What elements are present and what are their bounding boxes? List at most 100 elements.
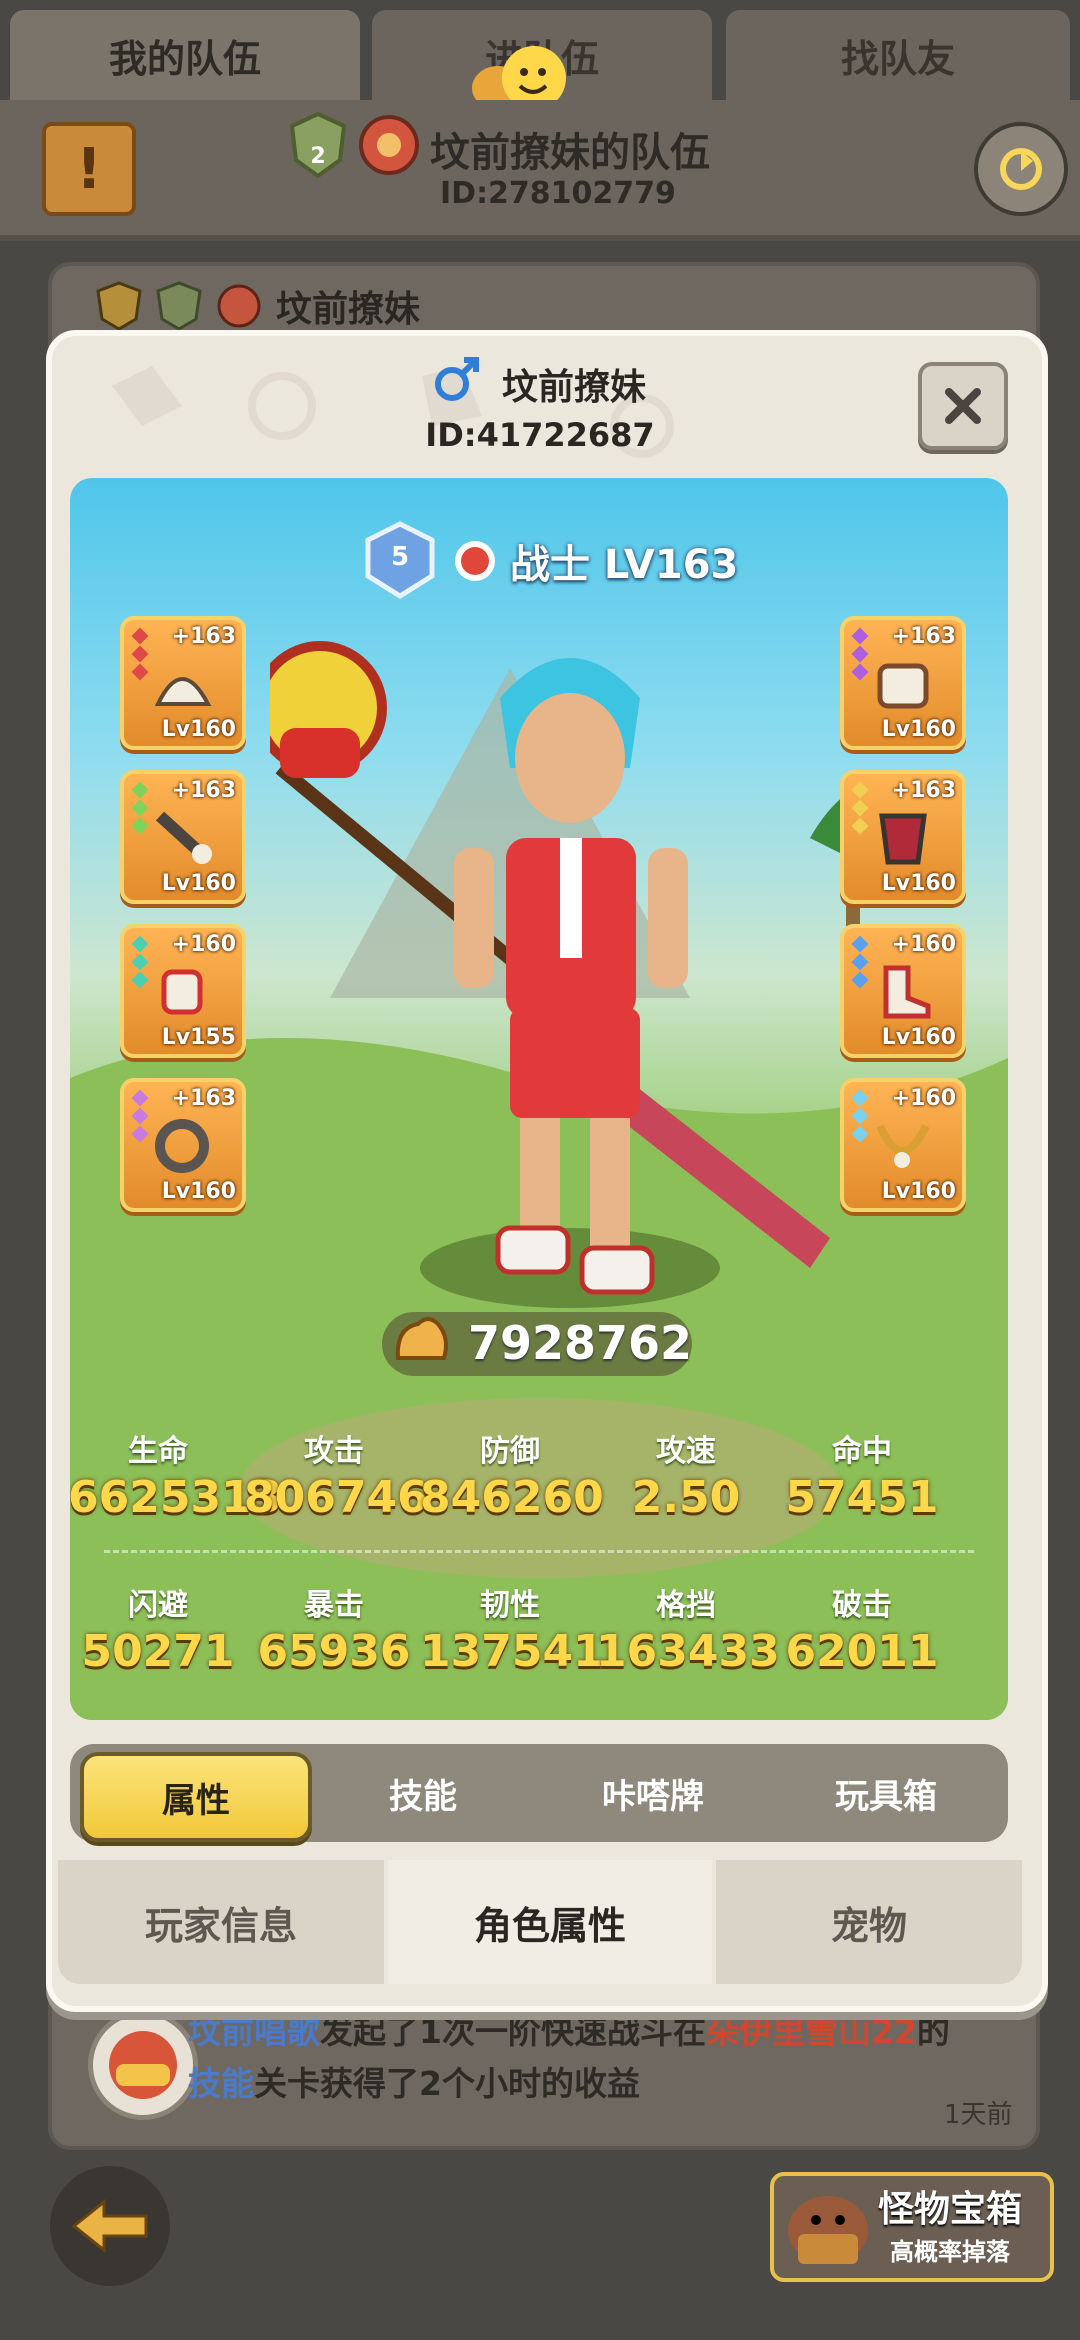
- exclamation-icon: !: [76, 136, 102, 202]
- equip-slot-right-2[interactable]: +163 Lv160: [840, 770, 966, 904]
- gem-icons: [851, 627, 869, 684]
- feed-place: 朵伊里雪山22: [705, 2012, 917, 2051]
- equip-level: Lv160: [881, 1179, 956, 1204]
- tab-find-teammates-label: 找队友: [840, 36, 955, 81]
- equip-level: Lv160: [881, 1025, 956, 1050]
- tab-pets-label: 宠物: [830, 1903, 907, 1948]
- stat-dodge: 闪避 50271: [70, 1580, 248, 1677]
- notice-button[interactable]: !: [42, 122, 136, 216]
- chest-title: 怪物宝箱: [878, 2189, 1023, 2230]
- gem-icons: [131, 935, 149, 992]
- boots-equip-icon: [883, 965, 931, 1019]
- gem-icons: [131, 627, 149, 684]
- equip-plus: +160: [891, 932, 956, 957]
- subtab-attributes[interactable]: 属性: [80, 1752, 312, 1842]
- tab-character-attributes[interactable]: 角色属性: [388, 1860, 712, 1984]
- gem-icons: [851, 1089, 869, 1146]
- stat-block: 格挡 163433: [596, 1580, 780, 1677]
- feed-text-2: 的: [916, 2012, 950, 2051]
- equip-slot-left-4[interactable]: +163 Lv160: [120, 1078, 246, 1212]
- rank-badge-number: 5: [390, 542, 410, 572]
- feed-time: 1天前: [944, 2100, 1013, 2130]
- member-emblem-icon: [217, 284, 261, 328]
- equip-plus: +163: [891, 778, 956, 803]
- tab-character-attributes-label: 角色属性: [473, 1903, 626, 1948]
- exit-team-button[interactable]: [974, 122, 1068, 216]
- feed-text-3: 关卡获得了2个小时的收益: [254, 2064, 640, 2103]
- equip-slot-left-2[interactable]: +163 Lv160: [120, 770, 246, 904]
- male-gender-icon: [435, 357, 479, 401]
- subtab-toy-box[interactable]: 玩具箱: [776, 1752, 996, 1834]
- stat-label: 攻速: [656, 1434, 716, 1469]
- stat-label: 闪避: [128, 1588, 188, 1623]
- tab-player-info[interactable]: 玩家信息: [58, 1860, 384, 1984]
- stat-defense: 防御 846260: [420, 1426, 604, 1523]
- equip-slot-right-4[interactable]: +160 Lv160: [840, 1078, 966, 1212]
- stat-hp: 生命 6625313: [70, 1426, 283, 1523]
- member-row[interactable]: 坟前撩妹: [96, 280, 420, 332]
- stat-label: 生命: [128, 1434, 188, 1469]
- equip-plus: +163: [171, 778, 236, 803]
- stat-value: 50271: [81, 1626, 235, 1677]
- equip-slot-left-3[interactable]: +160 Lv155: [120, 924, 246, 1058]
- close-icon: [945, 388, 981, 424]
- subtab-attributes-label: 属性: [162, 1780, 230, 1821]
- equip-plus: +160: [891, 1086, 956, 1111]
- tab-my-team-label: 我的队伍: [108, 36, 261, 81]
- close-button[interactable]: [918, 362, 1008, 450]
- stat-label: 命中: [832, 1434, 892, 1469]
- equip-slot-right-1[interactable]: +163 Lv160: [840, 616, 966, 750]
- stat-value: 846260: [420, 1472, 604, 1523]
- equip-level: Lv160: [161, 871, 236, 896]
- stat-label: 韧性: [480, 1588, 540, 1623]
- team-header: ! 2 坟前撩妹的队伍 ID:278102779: [0, 100, 1080, 241]
- stat-attack-speed: 攻速 2.50: [596, 1426, 776, 1523]
- stat-label: 格挡: [656, 1588, 716, 1623]
- team-name: 坟前撩妹的队伍: [430, 130, 710, 176]
- feed-text-1: 发起了1次一阶快速战斗在: [320, 2012, 706, 2051]
- monster-chest-button[interactable]: 怪物宝箱 高概率掉落: [770, 2172, 1054, 2282]
- stat-value: 57451: [785, 1472, 939, 1523]
- stat-value: 137541: [420, 1626, 604, 1677]
- gem-icons: [851, 781, 869, 838]
- warrior-class-icon: [455, 541, 495, 581]
- subtab-kata-cards[interactable]: 咔嗒牌: [546, 1752, 760, 1834]
- equip-slot-left-1[interactable]: +163 Lv160: [120, 616, 246, 750]
- feed-message: 坟前唱歌发起了1次一阶快速战斗在朵伊里雪山22的 技能关卡获得了2个小时的收益: [188, 2006, 988, 2110]
- tab-my-team[interactable]: 我的队伍: [10, 10, 360, 100]
- player-name: 坟前撩妹: [502, 367, 647, 408]
- tab-player-info-label: 玩家信息: [144, 1903, 297, 1948]
- tab-pets[interactable]: 宠物: [716, 1860, 1022, 1984]
- feed-avatar: [88, 2010, 198, 2120]
- stat-crit: 暴击 65936: [244, 1580, 424, 1677]
- level-shield-icon: [156, 281, 202, 331]
- subtab-skills[interactable]: 技能: [316, 1752, 530, 1834]
- equip-level: Lv160: [881, 871, 956, 896]
- stat-value: 65936: [257, 1626, 411, 1677]
- chest-subtitle: 高概率掉落: [890, 2238, 1010, 2266]
- warrior-character: [270, 641, 830, 1308]
- feed-actor: 坟前唱歌: [188, 2012, 320, 2051]
- equip-plus: +163: [891, 624, 956, 649]
- back-button[interactable]: [50, 2166, 170, 2286]
- stat-toughness: 韧性 137541: [420, 1580, 604, 1677]
- armor-equip-icon: [877, 663, 929, 709]
- muscle-arm-icon: [395, 1317, 448, 1360]
- equip-slot-right-3[interactable]: +160 Lv160: [840, 924, 966, 1058]
- equip-level: Lv160: [161, 717, 236, 742]
- equip-plus: +160: [171, 932, 236, 957]
- exit-icon: [1000, 148, 1042, 190]
- rank-shield-icon: [96, 281, 142, 331]
- glove-equip-icon: [161, 969, 203, 1015]
- team-emblem-icon: [359, 115, 419, 175]
- tab-find-teammates[interactable]: 找队友: [726, 10, 1070, 100]
- stat-label: 防御: [480, 1434, 540, 1469]
- stat-label: 破击: [832, 1588, 892, 1623]
- stat-value: 6625313: [70, 1472, 283, 1523]
- gem-icons: [131, 1089, 149, 1146]
- stat-accuracy: 命中 57451: [772, 1426, 952, 1523]
- stats-divider: [104, 1550, 974, 1553]
- team-id: ID:278102779: [440, 176, 676, 211]
- equip-level: Lv155: [161, 1025, 236, 1050]
- helmet-equip-icon: [154, 677, 212, 706]
